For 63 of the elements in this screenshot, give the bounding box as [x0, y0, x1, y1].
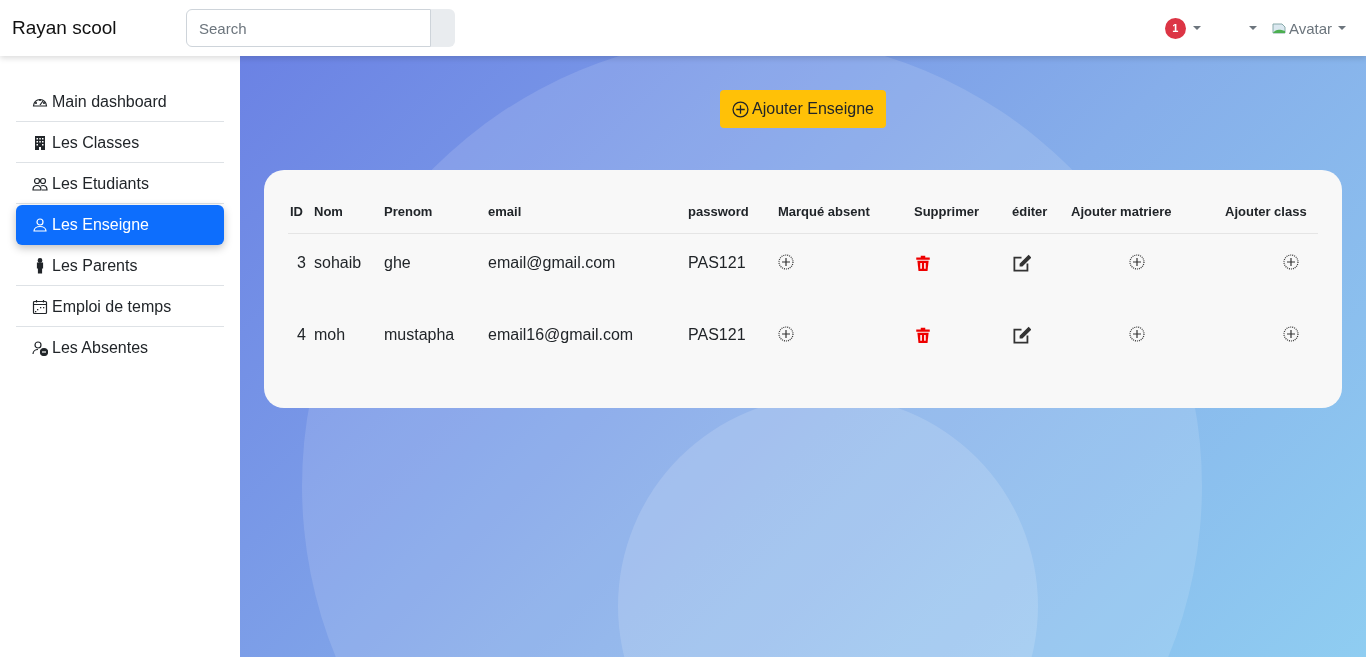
table-cell: email@gmail.com: [486, 233, 686, 306]
mark-absent-button[interactable]: [778, 254, 794, 270]
table-cell: PAS121: [686, 233, 776, 306]
building-icon: [32, 134, 48, 151]
table-cell-text: mustapha: [383, 325, 456, 345]
person-icon: [32, 217, 48, 233]
avatar-dropdown[interactable]: Avatar: [1270, 19, 1346, 37]
column-header: Supprimer: [912, 198, 1010, 234]
sidebar-item[interactable]: Les Classes: [16, 123, 224, 163]
add-class-button[interactable]: [1283, 326, 1299, 342]
edit-button[interactable]: [1012, 326, 1031, 345]
table-cell-text: moh: [313, 325, 347, 345]
table-cell: sohaib: [312, 233, 382, 306]
trash-icon: [914, 254, 932, 272]
plus-circle-icon: [1129, 326, 1145, 342]
sidebar-item[interactable]: Les Parents: [16, 246, 224, 286]
sidebar-item[interactable]: Emploi de temps: [16, 287, 224, 327]
column-header: éditer: [1010, 198, 1069, 234]
column-header: email: [486, 198, 686, 234]
search-field[interactable]: Search: [186, 9, 431, 47]
delete-button[interactable]: [914, 254, 932, 272]
sidebar-item[interactable]: Les Enseigne: [16, 205, 224, 245]
column-header: Ajouter class: [1223, 198, 1318, 234]
add-subject-button[interactable]: [1129, 254, 1145, 270]
table-cell-text: email16@gmail.com: [487, 325, 635, 345]
calendar-icon: [32, 298, 48, 315]
sidebar-item[interactable]: Les Etudiants: [16, 164, 224, 204]
edit-icon: [1012, 254, 1031, 273]
column-header: Nom: [312, 198, 382, 234]
column-header: password: [686, 198, 776, 234]
people-icon: [32, 175, 48, 192]
column-header: Marqué absent: [776, 198, 912, 234]
add-teacher-button[interactable]: Ajouter Enseigne: [720, 90, 886, 128]
notification-dropdown[interactable]: 1: [1164, 17, 1201, 39]
mark-absent-button[interactable]: [778, 326, 794, 342]
caret-icon[interactable]: [1248, 26, 1257, 30]
brand-name[interactable]: Rayan scool: [12, 17, 186, 39]
edit-icon: [1012, 326, 1031, 345]
sidebar-item[interactable]: Les Absentes: [16, 328, 224, 368]
table-cell-text: PAS121: [687, 325, 747, 345]
table-cell: 3: [288, 233, 312, 306]
plus-circle-icon: [732, 100, 750, 118]
edit-button[interactable]: [1012, 254, 1031, 273]
column-header: Prenom: [382, 198, 486, 234]
column-header: ID: [288, 198, 312, 234]
column-header: Ajouter matriere: [1069, 198, 1223, 234]
caret-icon: [1192, 26, 1201, 30]
table-cell-text: 4: [296, 325, 307, 345]
sidebar-item[interactable]: Main dashboard: [16, 82, 224, 122]
broken-image-icon: [1270, 20, 1287, 36]
notification-badge: 1: [1164, 17, 1186, 39]
plus-circle-icon: [778, 254, 794, 270]
person-remove-icon: [32, 340, 48, 356]
add-subject-button[interactable]: [1129, 326, 1145, 342]
plus-circle-icon: [1283, 326, 1299, 342]
table-cell: ghe: [382, 233, 486, 306]
caret-icon: [1338, 26, 1346, 30]
trash-icon: [914, 326, 932, 344]
add-class-button[interactable]: [1283, 254, 1299, 270]
plus-circle-icon: [1283, 254, 1299, 270]
plus-circle-icon: [1129, 254, 1145, 270]
delete-button[interactable]: [914, 326, 932, 344]
plus-circle-icon: [778, 326, 794, 342]
